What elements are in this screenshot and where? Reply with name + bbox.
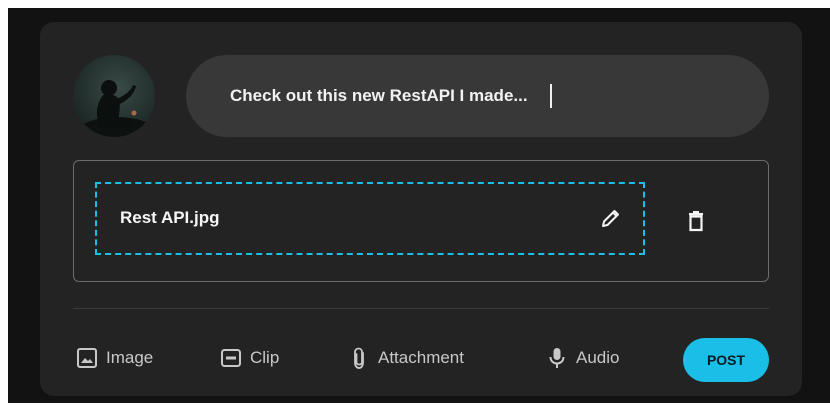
post-text-input[interactable]: [230, 55, 730, 137]
divider: [73, 308, 769, 309]
trash-icon[interactable]: [684, 209, 708, 233]
attachment-button-label: Attachment: [378, 348, 464, 367]
post-button[interactable]: POST: [683, 338, 769, 382]
app-frame: Rest API.jpg: [8, 8, 830, 403]
avatar-photo: [79, 80, 155, 137]
attached-file[interactable]: Rest API.jpg: [95, 182, 645, 255]
text-cursor: [550, 84, 552, 108]
clip-button-label: Clip: [250, 348, 280, 367]
pencil-icon[interactable]: [599, 206, 623, 230]
gif-icon: [220, 347, 242, 369]
file-name: Rest API.jpg: [120, 208, 220, 227]
attachment-panel: Rest API.jpg: [73, 160, 769, 282]
avatar: [73, 55, 155, 137]
post-text-field[interactable]: [186, 55, 769, 137]
clip-button[interactable]: Clip: [220, 344, 279, 372]
image-button[interactable]: Image: [76, 344, 153, 372]
audio-button[interactable]: Audio: [546, 344, 619, 372]
attachment-button[interactable]: Attachment: [348, 344, 464, 372]
microphone-icon: [546, 346, 568, 370]
image-icon: [76, 347, 98, 369]
paperclip-icon: [348, 346, 370, 370]
audio-button-label: Audio: [576, 348, 620, 367]
post-composer-card: Rest API.jpg: [40, 22, 802, 396]
image-button-label: Image: [106, 348, 154, 367]
